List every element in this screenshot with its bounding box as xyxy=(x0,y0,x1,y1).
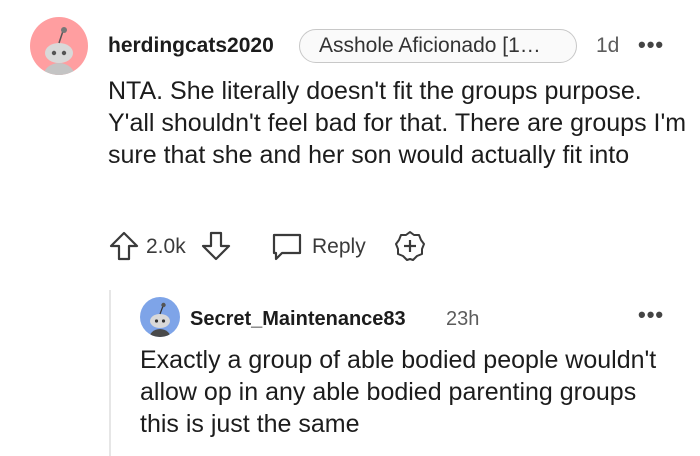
user-flair: Asshole Aficionado [1… xyxy=(299,29,577,63)
reply-button[interactable]: Reply xyxy=(270,231,370,263)
snoo-avatar-icon xyxy=(149,302,171,337)
downvote-icon xyxy=(201,231,231,261)
upvote-button[interactable] xyxy=(108,230,140,262)
award-button[interactable] xyxy=(394,230,426,262)
comment-body: NTA. She literally doesn't fit the group… xyxy=(108,77,687,169)
reply-avatar[interactable] xyxy=(140,297,180,337)
upvote-icon xyxy=(109,231,139,261)
reply-body: Exactly a group of able bodied people wo… xyxy=(140,346,657,438)
comment-username[interactable]: herdingcats2020 xyxy=(108,34,274,58)
thread-line[interactable] xyxy=(109,290,111,456)
award-icon xyxy=(395,231,425,261)
reply-age: 23h xyxy=(446,308,480,330)
reply-username[interactable]: Secret_Maintenance83 xyxy=(190,308,406,331)
comment-age: 1d xyxy=(596,34,620,57)
snoo-avatar-icon xyxy=(43,27,75,75)
reply-more-options-button[interactable]: ••• xyxy=(638,302,664,328)
reply-label: Reply xyxy=(312,235,366,258)
vote-score: 2.0k xyxy=(146,235,186,258)
avatar[interactable] xyxy=(30,17,88,75)
more-options-button[interactable]: ••• xyxy=(638,32,664,58)
reply-icon xyxy=(272,233,302,261)
downvote-button[interactable] xyxy=(200,230,232,262)
